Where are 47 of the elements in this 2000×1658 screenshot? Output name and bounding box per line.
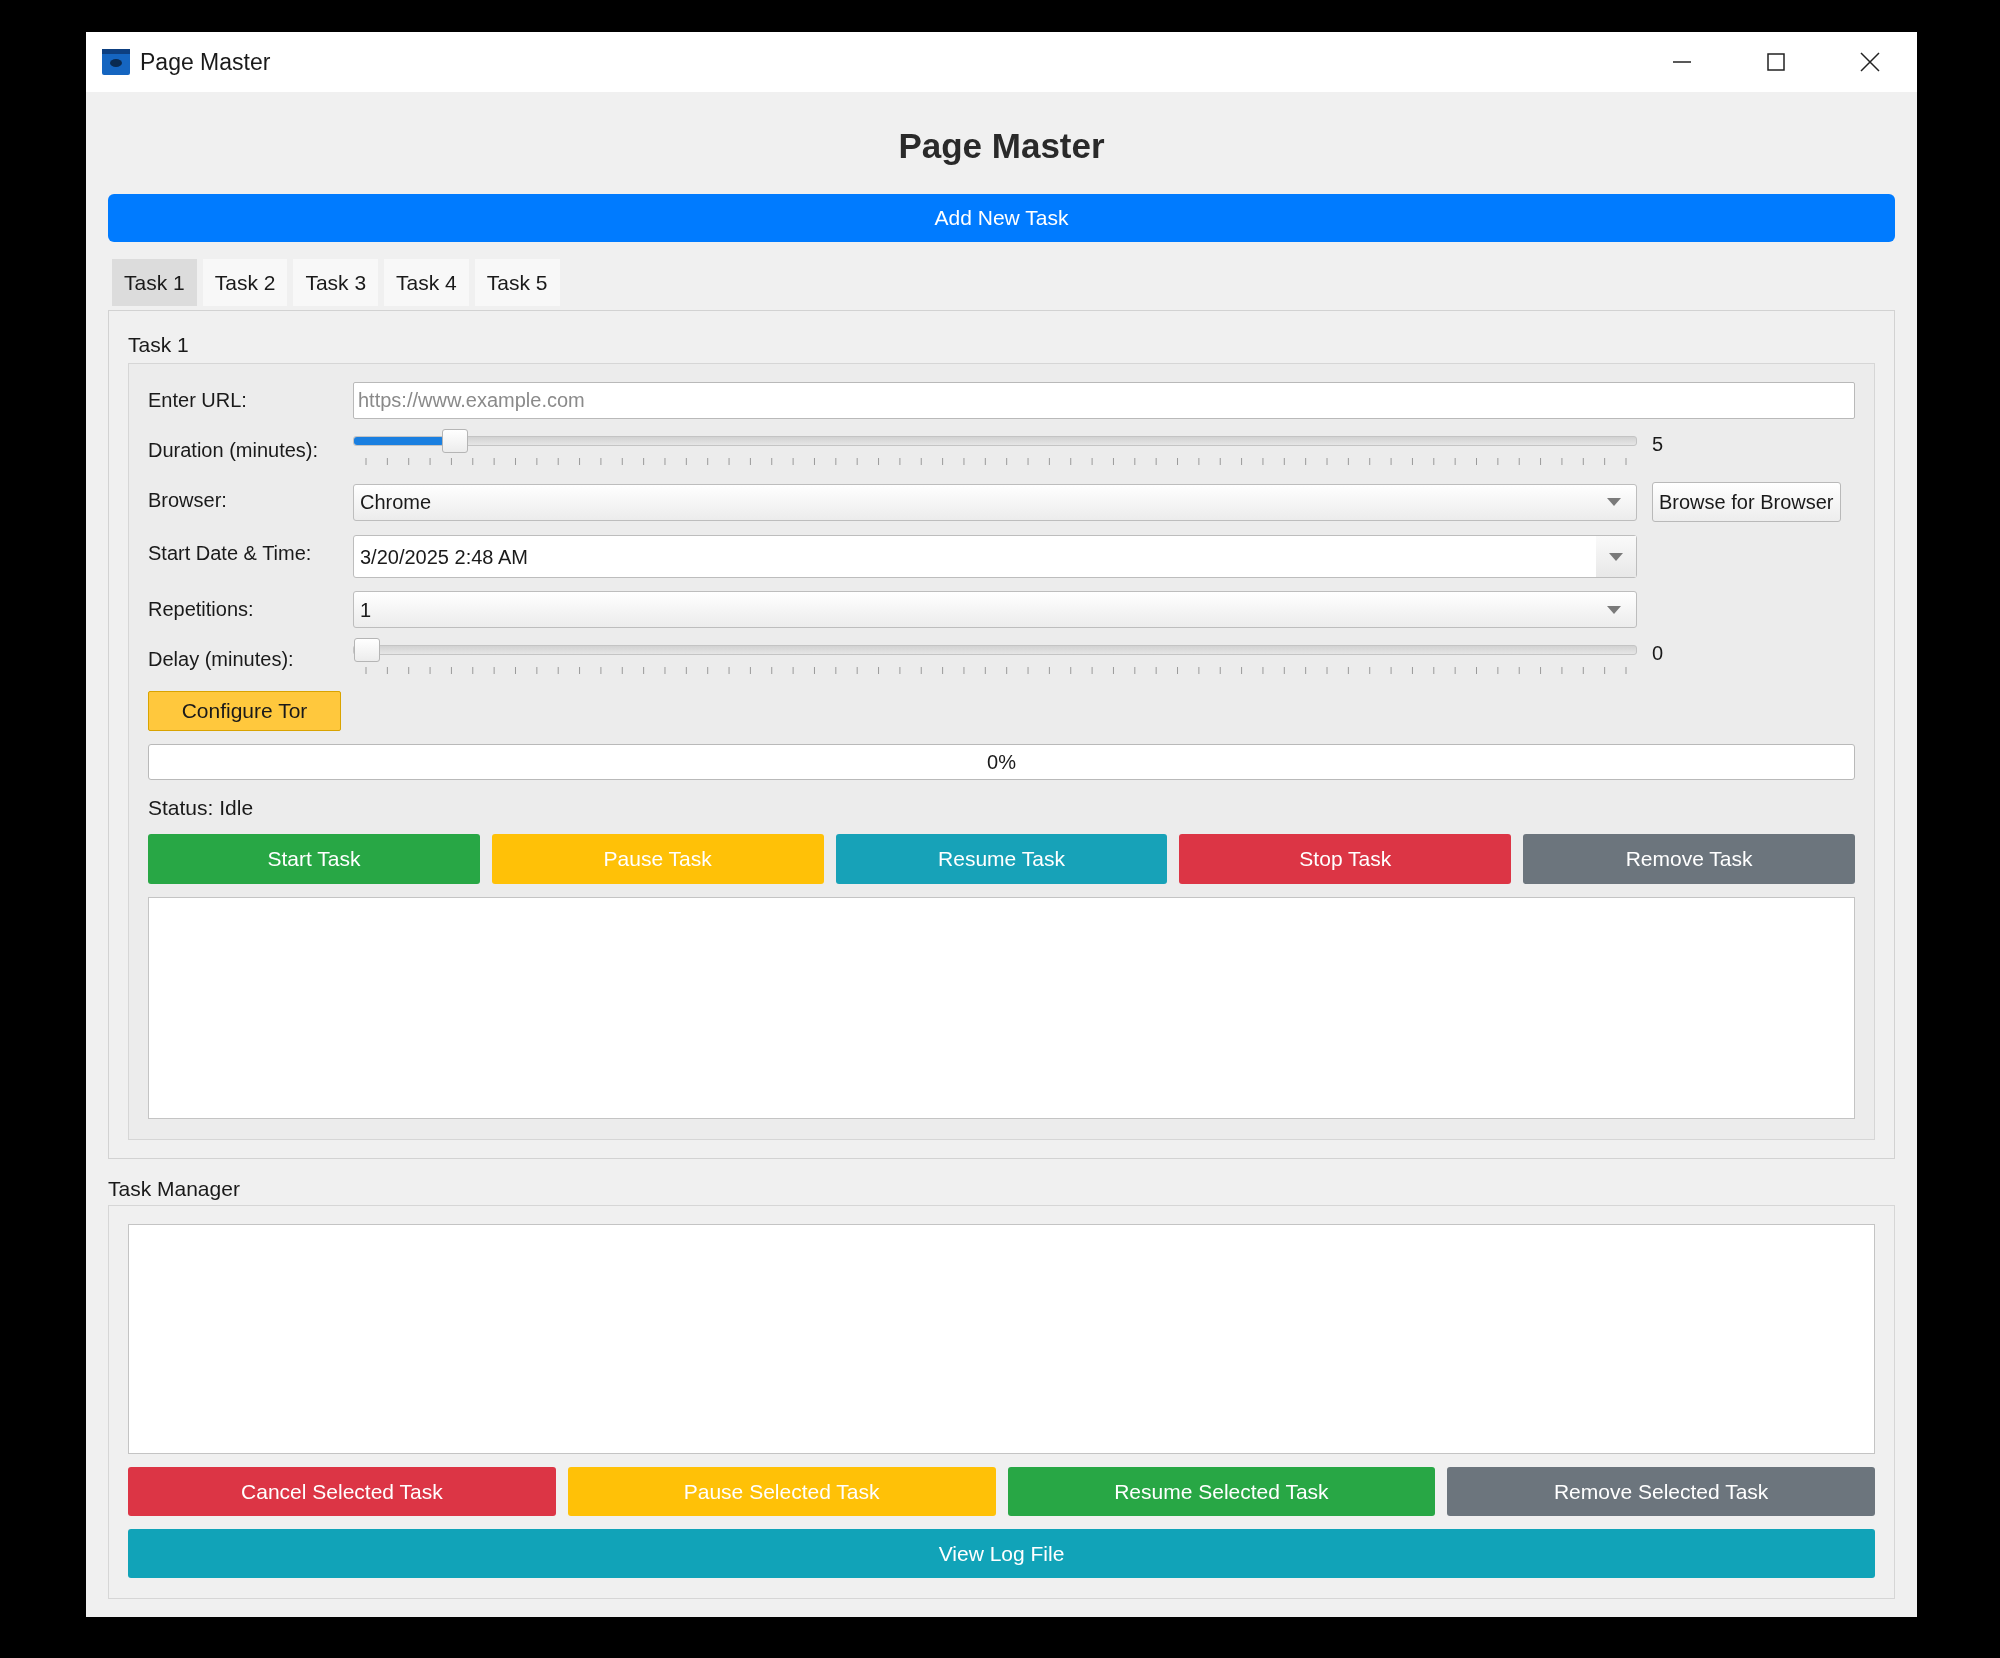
- field-label: Duration (minutes):: [148, 438, 320, 463]
- app-heading: Page Master: [897, 125, 1106, 167]
- slider-value: 0: [1652, 641, 1664, 665]
- section-title: Task Manager: [108, 1176, 241, 1202]
- window-title: Page Master: [140, 47, 271, 77]
- add-task-button[interactable]: Add New Task: [108, 194, 1895, 242]
- task-action-button[interactable]: Remove Task: [1523, 834, 1855, 884]
- task-tab[interactable]: Task 4: [384, 259, 469, 306]
- group-title: Task 1: [128, 332, 190, 358]
- task-tab[interactable]: Task 3: [293, 259, 379, 306]
- task-tab[interactable]: Task 5: [474, 259, 560, 306]
- field-label: Delay (minutes):: [148, 647, 295, 672]
- progress-text: 0%: [987, 750, 1016, 775]
- date-time-value: 3/20/2025 2:48 AM: [359, 544, 529, 570]
- slider-thumb[interactable]: [441, 429, 468, 453]
- task-action-button[interactable]: Resume Task: [835, 834, 1168, 884]
- selected-task-button[interactable]: Cancel Selected Task: [128, 1467, 556, 1516]
- dropdown-value: Chrome: [360, 490, 432, 515]
- slider-value: 5: [1652, 432, 1664, 456]
- selected-task-button[interactable]: Resume Selected Task: [1007, 1467, 1436, 1516]
- task-tab[interactable]: Task 2: [202, 259, 288, 306]
- configure-tor-button[interactable]: Configure Tor: [148, 691, 341, 731]
- date-time-field[interactable]: 3/20/2025 2:48 AM: [353, 535, 1637, 578]
- browse-button[interactable]: Browse for Browser: [1652, 482, 1841, 522]
- dropdown-arrow-icon: [1606, 497, 1622, 507]
- minimize-icon: [1673, 61, 1691, 63]
- dropdown-value: 1: [360, 597, 372, 623]
- selected-task-button[interactable]: Remove Selected Task: [1447, 1467, 1875, 1516]
- task-action-button[interactable]: Start Task: [148, 834, 480, 884]
- task-action-button[interactable]: Stop Task: [1179, 834, 1512, 884]
- url-input-field[interactable]: https://www.example.com: [353, 382, 1855, 419]
- app-icon: [102, 49, 130, 75]
- field-label: Repetitions:: [148, 597, 255, 622]
- dropdown-arrow-icon: [1606, 604, 1622, 615]
- status-text: Status: Idle: [148, 795, 255, 821]
- dropdown[interactable]: Chrome: [353, 483, 1637, 521]
- field-label: Browser:: [148, 488, 228, 513]
- field-label: Enter URL:: [148, 388, 248, 413]
- close-icon: [1860, 52, 1880, 72]
- slider-thumb[interactable]: [354, 638, 380, 662]
- dropdown-arrow-icon: [1608, 551, 1624, 562]
- dropdown[interactable]: 1: [353, 591, 1637, 628]
- maximize-icon: [1767, 53, 1785, 71]
- field-label: Start Date & Time:: [148, 541, 313, 566]
- date-dropdown-button[interactable]: [1596, 536, 1636, 577]
- task-tab[interactable]: Task 1: [112, 259, 197, 306]
- view-log-button[interactable]: View Log File: [128, 1529, 1875, 1578]
